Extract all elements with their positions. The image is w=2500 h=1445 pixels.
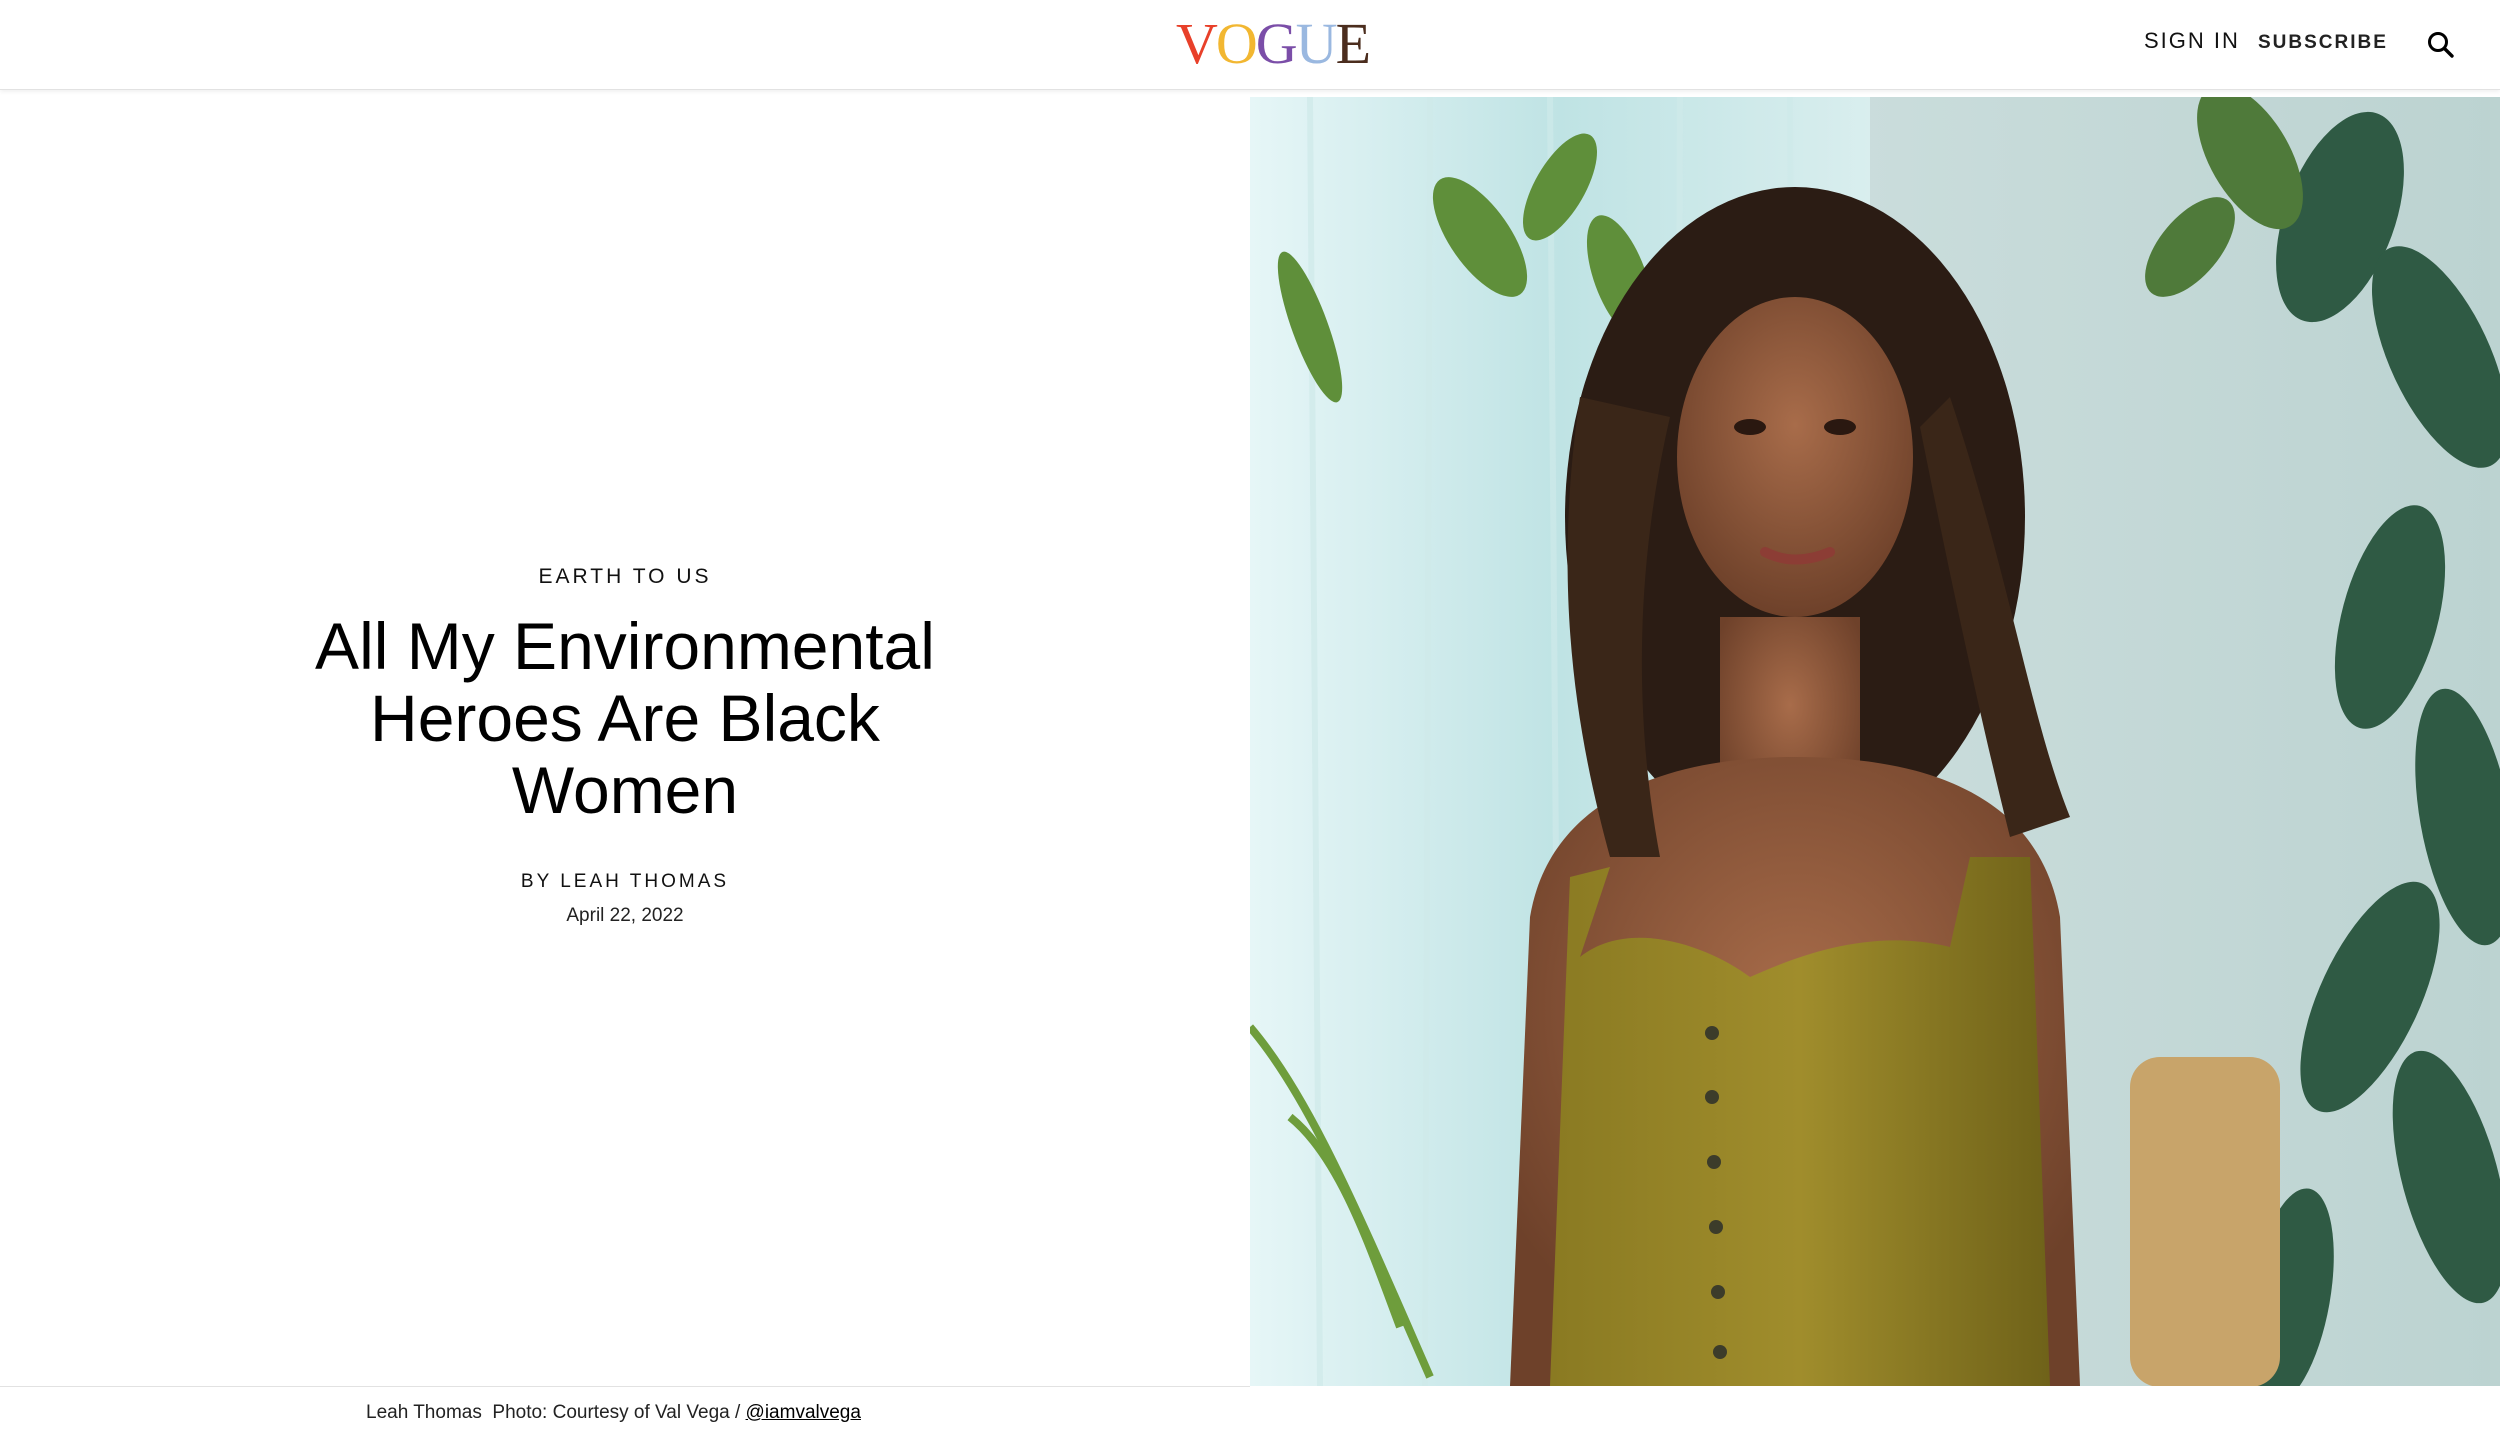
logo-letter: G [1255, 11, 1298, 76]
site-header: VOGUE SIGN IN SUBSCRIBE [0, 0, 2500, 90]
caption-subject: Leah Thomas [366, 1402, 482, 1423]
article-page: VOGUE SIGN IN SUBSCRIBE EARTH TO US All … [0, 0, 2500, 1445]
lead-photo [1250, 97, 2500, 1386]
caption-credit: Photo: Courtesy of Val Vega / [492, 1402, 741, 1423]
subscribe-link[interactable]: SUBSCRIBE [2258, 32, 2388, 54]
byline: BY LEAH THOMAS [0, 871, 1250, 893]
author-link[interactable]: LEAH THOMAS [560, 871, 729, 892]
photo-caption: Leah Thomas Photo: Courtesy of Val Vega … [366, 1402, 861, 1424]
publish-date: April 22, 2022 [566, 905, 684, 926]
article-headline: All My Environmental Heroes Are Black Wo… [315, 609, 935, 827]
sign-in-link[interactable]: SIGN IN [2144, 28, 2240, 54]
photographer-handle-link[interactable]: @iamvalvega [746, 1402, 861, 1423]
article-header: EARTH TO US All My Environmental Heroes … [0, 90, 1250, 1386]
byline-prefix: BY [520, 871, 552, 892]
vogue-logo[interactable]: VOGUE [1176, 11, 1371, 76]
logo-letter: V [1176, 11, 1218, 76]
rubric-label[interactable]: EARTH TO US [0, 565, 1250, 589]
caption-divider [0, 1386, 1250, 1387]
search-icon[interactable] [2426, 30, 2456, 60]
logo-letter: O [1215, 11, 1258, 76]
logo-letter: U [1295, 11, 1338, 76]
logo-letter: E [1335, 11, 1371, 76]
